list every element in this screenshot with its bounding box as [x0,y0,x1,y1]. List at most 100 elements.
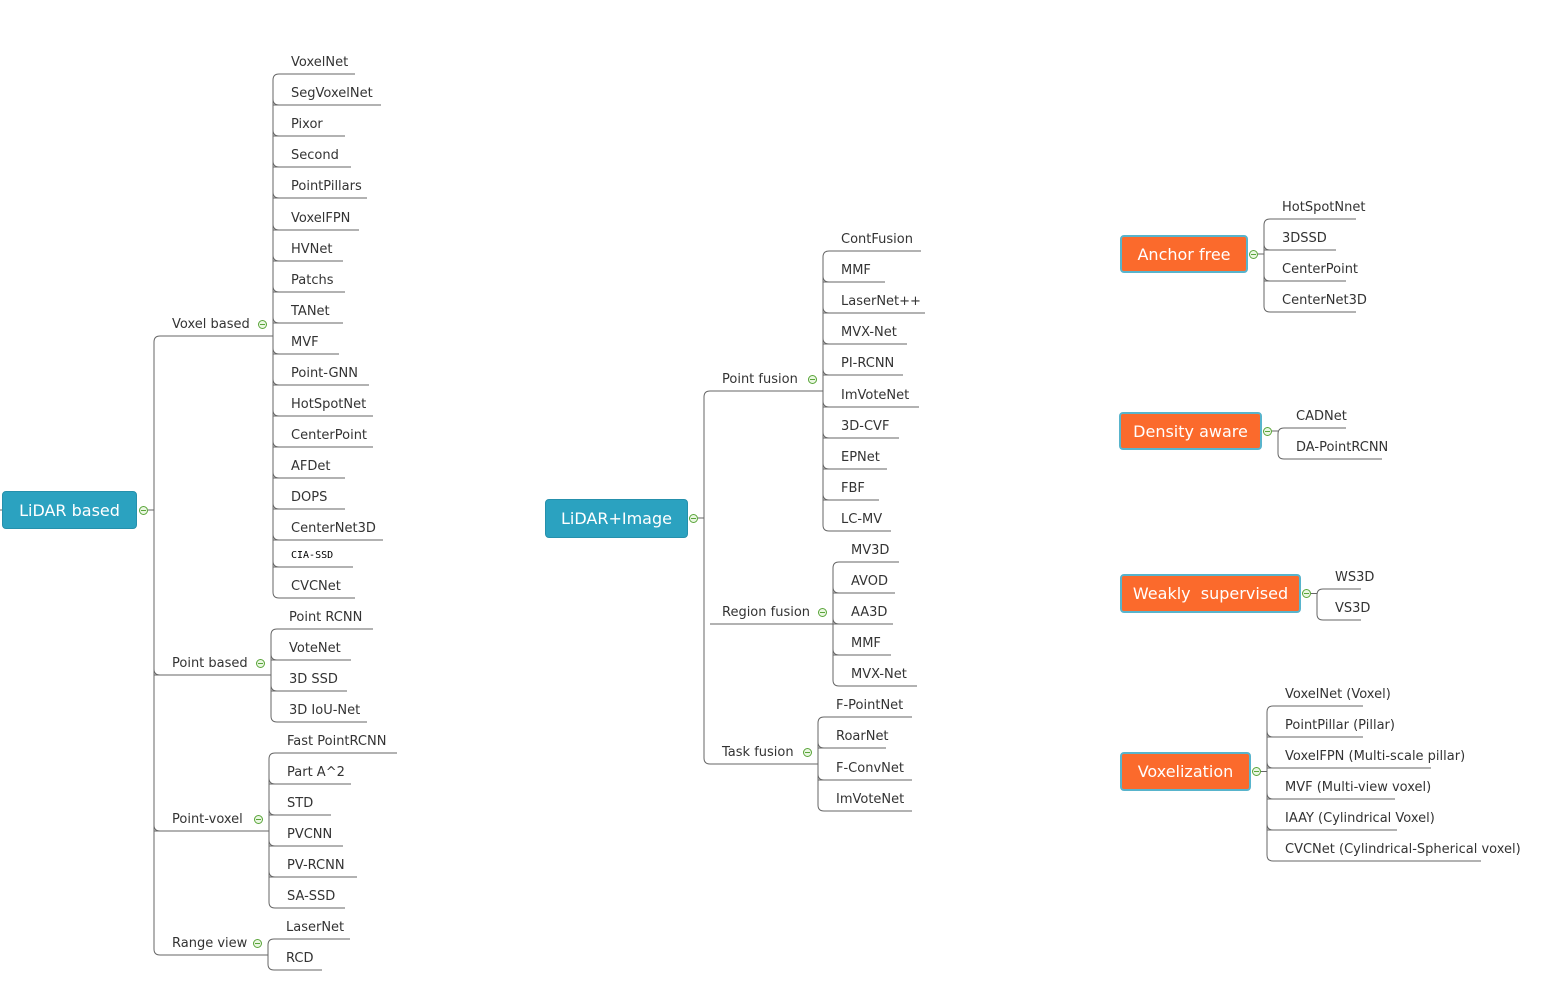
leaf-voxel-8[interactable]: TANet [291,304,330,320]
leaf-point-0[interactable]: Point RCNN [289,610,362,626]
leaf-pointvoxel-0[interactable]: Fast PointRCNN [287,734,386,750]
leaf-voxel-13[interactable]: AFDet [291,459,330,475]
root-node-anchor-free[interactable]: Anchor free [1120,235,1248,273]
leaf-anchor-free-1[interactable]: 3DSSD [1282,231,1327,247]
leaf-pointfusion-0[interactable]: ContFusion [841,232,913,248]
collapse-minus-icon[interactable] [253,814,263,824]
group-label-fusion-1[interactable]: Region fusion [722,605,810,621]
leaf-voxel-16[interactable]: CIA-SSD [291,548,333,564]
leaf-curve [272,160,280,168]
leaf-voxel-10[interactable]: Point-GNN [291,366,358,382]
leaf-voxel-3[interactable]: Second [291,148,339,164]
leaf-regionfusion-3[interactable]: MMF [851,636,881,652]
leaf-pointfusion-4[interactable]: PI-RCNN [841,356,894,372]
leaf-pointvoxel-4[interactable]: PV-RCNN [287,858,345,874]
group-label-fusion-2[interactable]: Task fusion [722,745,794,761]
leaf-pointvoxel-3[interactable]: PVCNN [287,827,332,843]
group-label-2[interactable]: Point-voxel [172,812,243,828]
leaf-voxel-9[interactable]: MVF [291,335,319,351]
leaf-curve [817,773,825,781]
collapse-minus-icon[interactable] [257,319,267,329]
spine-range [267,938,275,971]
group-label-3[interactable]: Range view [172,936,247,952]
leaf-taskfusion-2[interactable]: F-ConvNet [836,761,904,777]
leaf-pointfusion-3[interactable]: MVX-Net [841,325,897,341]
leaf-voxel-14[interactable]: DOPS [291,490,327,506]
leaf-pointvoxel-5[interactable]: SA-SSD [287,889,335,905]
leaf-voxel-0[interactable]: VoxelNet [291,55,348,71]
leaf-pointfusion-8[interactable]: FBF [841,481,865,497]
leaf-point-3[interactable]: 3D IoU-Net [289,703,360,719]
collapse-minus-icon[interactable] [802,747,812,757]
leaf-voxelization-0[interactable]: VoxelNet (Voxel) [1285,687,1391,703]
leaf-taskfusion-3[interactable]: ImVoteNet [836,792,904,808]
leaf-pointvoxel-2[interactable]: STD [287,796,313,812]
leaf-voxelization-1[interactable]: PointPillar (Pillar) [1285,718,1395,734]
leaf-voxelization-5[interactable]: CVCNet (Cylindrical-Spherical voxel) [1285,842,1521,858]
leaf-anchor-free-2[interactable]: CenterPoint [1282,262,1358,278]
leaf-weakly-supervised-0[interactable]: WS3D [1335,570,1374,586]
leaf-point-2[interactable]: 3D SSD [289,672,338,688]
collapse-minus-icon[interactable] [1301,589,1311,598]
root-node-lidar-based[interactable]: LiDAR based [2,491,137,529]
spine-voxel [272,73,280,599]
leaf-regionfusion-2[interactable]: AA3D [851,605,887,621]
leaf-regionfusion-4[interactable]: MVX-Net [851,667,907,683]
leaf-range-1[interactable]: RCD [286,951,313,967]
leaf-voxel-12[interactable]: CenterPoint [291,428,367,444]
leaf-pointfusion-6[interactable]: 3D-CVF [841,419,889,435]
leaf-regionfusion-1[interactable]: AVOD [851,574,888,590]
leaf-pointfusion-7[interactable]: EPNet [841,450,880,466]
leaf-range-0[interactable]: LaserNet [286,920,344,936]
leaf-pointfusion-5[interactable]: ImVoteNet [841,388,909,404]
group-curve [153,824,161,832]
collapse-minus-icon[interactable] [807,374,817,384]
root-node-lidar-image[interactable]: LiDAR+Image [545,499,688,538]
leaf-voxel-5[interactable]: VoxelFPN [291,211,350,227]
leaf-anchor-free-3[interactable]: CenterNet3D [1282,293,1367,309]
leaf-point-1[interactable]: VoteNet [289,641,341,657]
leaf-voxelization-4[interactable]: IAAY (Cylindrical Voxel) [1285,811,1435,827]
leaf-pointfusion-9[interactable]: LC-MV [841,512,882,528]
root-node-density-aware[interactable]: Density aware [1119,412,1262,450]
leaf-voxel-17[interactable]: CVCNet [291,579,341,595]
leaf-curve [272,316,280,324]
collapse-minus-icon[interactable] [817,607,827,617]
leaf-voxel-4[interactable]: PointPillars [291,179,362,195]
leaf-voxelization-2[interactable]: VoxelFPN (Multi-scale pillar) [1285,749,1465,765]
spine-pointfusion [822,250,830,532]
leaf-curve [272,471,280,479]
root-node-weakly-supervised[interactable]: Weakly supervised [1120,574,1301,613]
leaf-voxel-11[interactable]: HotSpotNet [291,397,366,413]
collapse-minus-icon[interactable] [1251,767,1261,776]
collapse-minus-icon[interactable] [138,505,148,515]
leaf-voxelization-3[interactable]: MVF (Multi-view voxel) [1285,780,1431,796]
root-node-voxelization[interactable]: Voxelization [1120,752,1251,791]
leaf-voxel-15[interactable]: CenterNet3D [291,521,376,537]
leaf-anchor-free-0[interactable]: HotSpotNnet [1282,200,1365,216]
collapse-minus-icon[interactable] [1248,249,1258,259]
leaf-pointfusion-2[interactable]: LaserNet++ [841,294,921,310]
leaf-density-aware-1[interactable]: DA-PointRCNN [1296,440,1388,456]
group-label-0[interactable]: Voxel based [172,317,250,333]
leaf-taskfusion-1[interactable]: RoarNet [836,729,889,745]
leaf-pointfusion-1[interactable]: MMF [841,263,871,279]
leaf-density-aware-0[interactable]: CADNet [1296,409,1347,425]
collapse-minus-icon[interactable] [688,513,698,523]
leaf-pointvoxel-1[interactable]: Part A^2 [287,765,345,781]
leaf-voxel-7[interactable]: Patchs [291,273,333,289]
mind-map-canvas: LiDAR based Voxel based Point based Point-v… [0,0,1561,988]
group-label-fusion-0[interactable]: Point fusion [722,372,798,388]
collapse-minus-icon[interactable] [1262,426,1272,436]
leaf-voxel-6[interactable]: HVNet [291,242,333,258]
collapse-minus-icon[interactable] [255,658,265,668]
leaf-regionfusion-0[interactable]: MV3D [851,543,889,559]
group-label-1[interactable]: Point based [172,656,248,672]
leaf-curve [272,191,280,199]
leaf-curve [1266,792,1274,800]
leaf-voxel-1[interactable]: SegVoxelNet [291,86,373,102]
leaf-taskfusion-0[interactable]: F-PointNet [836,698,903,714]
collapse-minus-icon[interactable] [252,938,262,948]
leaf-weakly-supervised-1[interactable]: VS3D [1335,601,1370,617]
leaf-voxel-2[interactable]: Pixor [291,117,323,133]
